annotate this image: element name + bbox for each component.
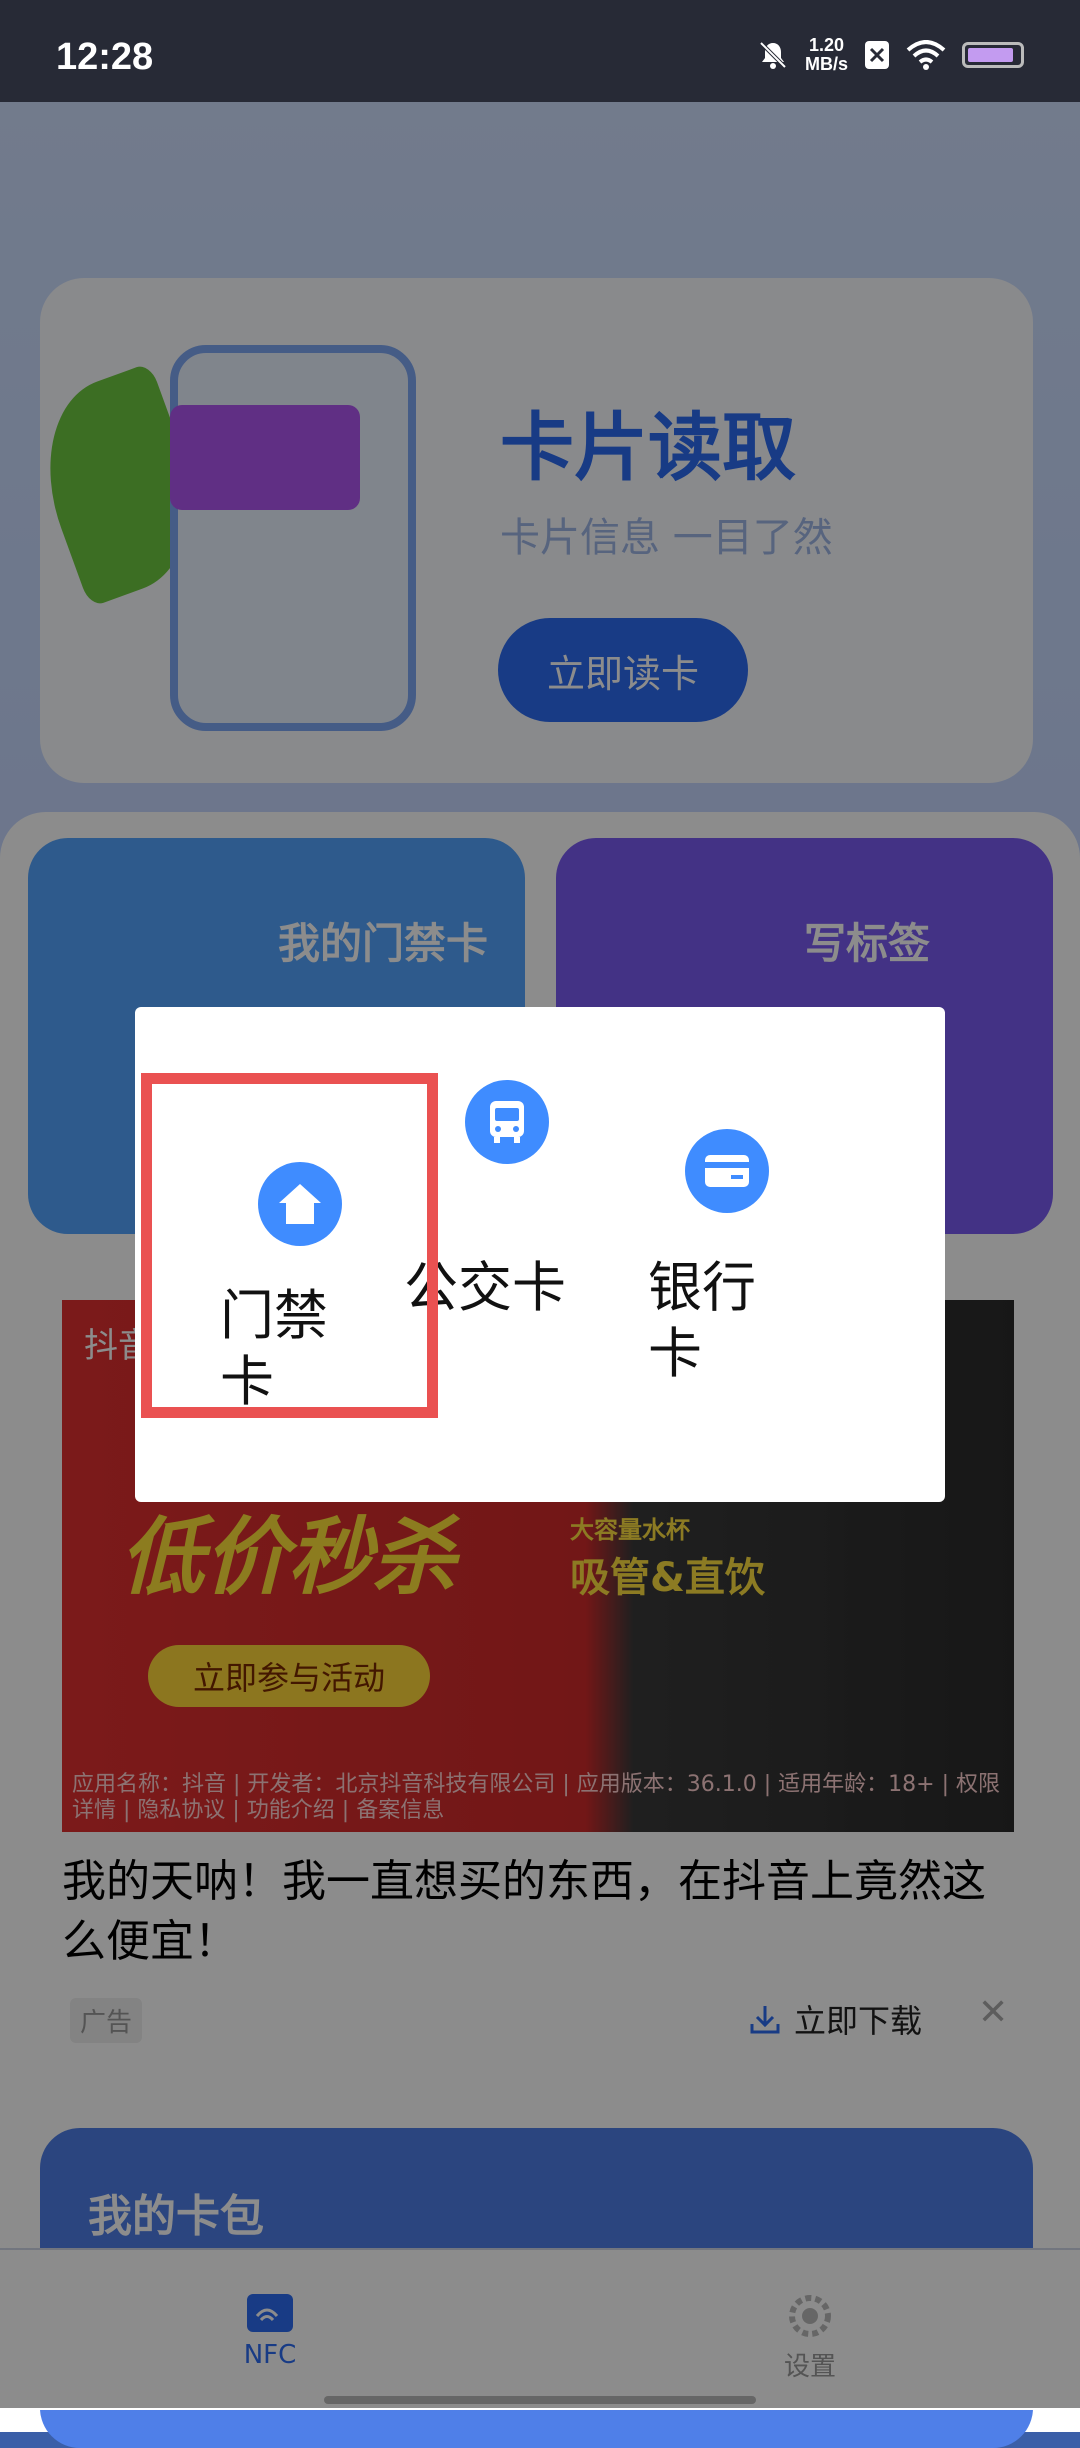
option-bank-card[interactable]: 银行卡 [605, 1007, 945, 1502]
option-bank-card-label: 银行卡 [648, 1256, 756, 1385]
battery-icon [962, 42, 1024, 68]
network-speed-value: 1.20 [808, 35, 845, 55]
bus-icon [465, 1080, 549, 1164]
bell-mute-icon [759, 41, 787, 69]
status-bar: 12:28 1.20 MB/s [0, 0, 1080, 102]
selection-highlight [141, 1073, 438, 1418]
network-speed-unit: MB/s [804, 54, 848, 74]
status-icons: 1.20 MB/s [757, 36, 1024, 74]
credit-card-icon [685, 1129, 769, 1213]
wifi-icon [906, 40, 946, 70]
status-time: 12:28 [56, 36, 154, 78]
network-speed: 1.20 MB/s [805, 36, 848, 74]
sim-icon [865, 41, 889, 69]
